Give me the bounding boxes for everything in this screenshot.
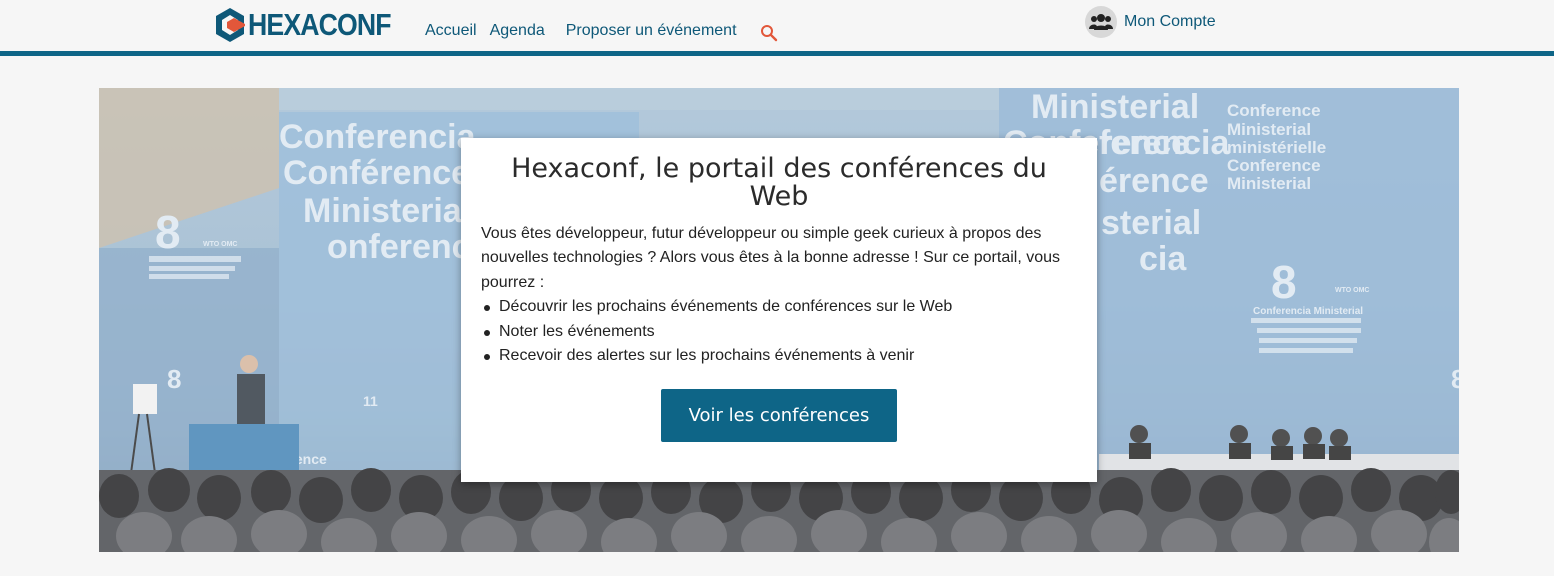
list-item: Recevoir des alertes sur les prochains é… xyxy=(481,344,1081,369)
nav-link-agenda[interactable]: Agenda xyxy=(490,22,545,40)
account-menu[interactable]: Mon Compte xyxy=(1085,6,1216,38)
nav-link-accueil[interactable]: Accueil xyxy=(425,22,477,40)
search-icon[interactable] xyxy=(760,24,778,42)
intro-text: Vous êtes développeur, futur développeur… xyxy=(481,225,1061,291)
intro-card: Hexaconf, le portail des conférences du … xyxy=(461,138,1097,482)
list-item: Découvrir les prochains événements de co… xyxy=(481,295,1081,320)
users-icon xyxy=(1085,6,1117,38)
list-item: Noter les événements xyxy=(481,320,1081,345)
feature-list: Découvrir les prochains événements de co… xyxy=(481,295,1081,369)
logo-wordmark: HEXACONF xyxy=(248,7,392,42)
account-label: Mon Compte xyxy=(1124,13,1216,30)
main-nav: Accueil Agenda Proposer un événement xyxy=(425,22,737,40)
hexagon-logo-icon xyxy=(214,7,246,43)
site-logo[interactable]: HEXACONF xyxy=(214,6,414,44)
view-conferences-button[interactable]: Voir les conférences xyxy=(661,389,897,442)
page-title: Hexaconf, le portail des conférences du … xyxy=(511,153,1047,212)
nav-link-proposer-evenement[interactable]: Proposer un événement xyxy=(566,22,737,40)
site-header: HEXACONF Accueil Agenda Proposer un évén… xyxy=(0,0,1554,56)
